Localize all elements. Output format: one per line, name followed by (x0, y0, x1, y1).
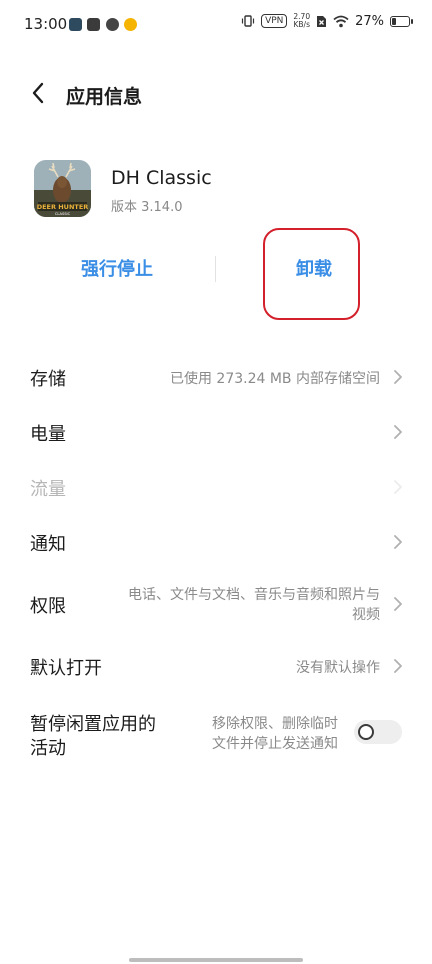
status-bar: 13:00 VPN 2.70 KB/s 27% (0, 0, 432, 52)
notifications-row[interactable]: 通知 (0, 527, 432, 557)
storage-row[interactable]: 存储 已使用 273.24 MB 内部存储空间 (0, 362, 432, 392)
back-arrow-icon (32, 82, 44, 104)
storage-label: 存储 (30, 369, 66, 390)
toggle-knob (358, 724, 374, 740)
chevron-right-icon (394, 535, 402, 549)
speed-unit: KB/s (293, 20, 310, 29)
chevron-right-icon (394, 597, 402, 611)
chevron-right-icon (394, 480, 402, 494)
battery-level (392, 17, 396, 25)
battery-icon (390, 15, 413, 27)
chevron-right-icon (394, 659, 402, 673)
chevron-right-icon (394, 425, 402, 439)
pause-app-toggle[interactable] (354, 720, 402, 744)
uninstall-button[interactable]: 卸载 (262, 254, 366, 286)
notification-weibo-icon (124, 18, 137, 31)
battery-percent: 27% (355, 13, 384, 29)
back-button[interactable] (24, 78, 52, 108)
vibrate-icon (241, 15, 255, 27)
data-usage-label: 流量 (30, 479, 66, 500)
storage-value: 已使用 273.24 MB 内部存储空间 (169, 371, 380, 387)
pause-app-label-line2: 活动 (30, 738, 66, 759)
home-indicator[interactable] (129, 958, 303, 962)
data-usage-row: 流量 (0, 472, 432, 502)
battery-label: 电量 (30, 424, 66, 445)
app-icon: DEER HUNTER CLASSIC (34, 160, 91, 217)
permissions-row[interactable]: 权限 电话、文件与文档、音乐与音频和照片与 视频 (0, 582, 432, 626)
app-version: 版本 3.14.0 (111, 200, 183, 215)
vpn-indicator: VPN (261, 14, 288, 28)
chevron-right-icon (394, 370, 402, 384)
wifi-icon (333, 15, 349, 27)
page-title: 应用信息 (66, 86, 143, 108)
battery-row[interactable]: 电量 (0, 417, 432, 447)
permissions-value-line1: 电话、文件与文档、音乐与音频和照片与 (128, 587, 380, 603)
pause-app-desc-line1: 移除权限、删除临时 (212, 716, 338, 732)
action-divider (215, 256, 216, 282)
app-icon-title: DEER HUNTER (37, 203, 89, 211)
status-right-group: VPN 2.70 KB/s 27% (241, 13, 413, 29)
app-icon-subtitle: CLASSIC (55, 212, 71, 216)
app-name: DH Classic (111, 167, 212, 189)
app-info-screen: 13:00 VPN 2.70 KB/s 27% 应用信息 DEER HUNTER… (0, 0, 432, 964)
network-speed: 2.70 KB/s (293, 13, 310, 29)
default-open-value: 没有默认操作 (296, 660, 380, 676)
notifications-label: 通知 (30, 534, 66, 555)
permissions-label: 权限 (30, 596, 66, 617)
default-open-label: 默认打开 (30, 658, 102, 679)
permissions-value-line2: 视频 (352, 607, 380, 623)
force-stop-button[interactable]: 强行停止 (52, 254, 182, 286)
pause-app-label-line1: 暂停闲置应用的 (30, 714, 156, 735)
default-open-row[interactable]: 默认打开 没有默认操作 (0, 651, 432, 681)
notification-app-icon (69, 18, 82, 31)
notification-link-icon (106, 18, 119, 31)
status-time: 13:00 (24, 15, 68, 33)
no-sim-icon (317, 15, 327, 27)
notification-mail-icon (87, 18, 100, 31)
pause-app-desc-line2: 文件并停止发送通知 (212, 736, 338, 752)
deer-icon: DEER HUNTER CLASSIC (34, 160, 91, 217)
